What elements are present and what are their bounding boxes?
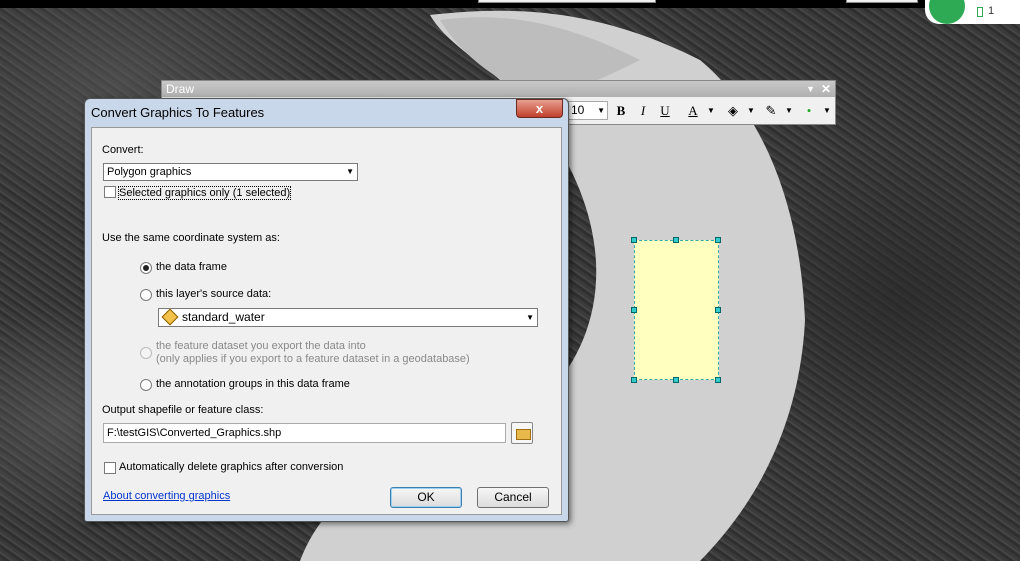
font-size-select[interactable]: 10 ▼	[568, 101, 608, 120]
dialog-title: Convert Graphics To Features	[91, 105, 265, 120]
fill-color-dropdown-icon[interactable]: ▼	[742, 102, 760, 120]
marker-color-dropdown-icon[interactable]: ▼	[818, 102, 836, 120]
ok-button[interactable]: OK	[390, 487, 462, 508]
feature-class-icon	[161, 308, 179, 326]
layer-select-value: standard_water	[182, 310, 265, 324]
output-label: Output shapefile or feature class:	[102, 404, 264, 416]
convert-select-value: Polygon graphics	[107, 166, 192, 178]
selection-handle[interactable]	[673, 237, 679, 243]
convert-label: Convert:	[102, 144, 144, 156]
data-frame-radio[interactable]	[140, 262, 152, 274]
italic-button[interactable]: I	[634, 102, 652, 120]
layer-source-label: this layer's source data:	[156, 288, 272, 300]
selection-handle[interactable]	[715, 237, 721, 243]
convert-select[interactable]: Polygon graphics ▼	[103, 163, 358, 181]
marker-color-icon[interactable]: •	[800, 102, 818, 120]
close-button[interactable]: x	[516, 99, 563, 118]
selection-handle[interactable]	[715, 377, 721, 383]
line-color-icon[interactable]: ✎	[762, 102, 780, 120]
notification-badge[interactable]: 1	[925, 0, 1020, 24]
cancel-button[interactable]: Cancel	[477, 487, 549, 508]
selection-handle[interactable]	[715, 307, 721, 313]
selected-only-checkbox[interactable]	[104, 186, 116, 198]
top-field[interactable]	[846, 0, 918, 3]
dialog-body: Convert: Polygon graphics ▼ Selected gra…	[91, 127, 562, 515]
fill-color-icon[interactable]: ◈	[724, 102, 742, 120]
font-size-value: 10	[571, 103, 585, 117]
font-color-button[interactable]: A	[684, 102, 702, 120]
chevron-down-icon: ▼	[597, 106, 605, 115]
font-color-dropdown-icon[interactable]: ▼	[702, 102, 720, 120]
feature-dataset-note: (only applies if you export to a feature…	[156, 353, 470, 365]
battery-icon	[977, 7, 983, 17]
underline-button[interactable]: U	[656, 102, 674, 120]
layer-select[interactable]: standard_water ▼	[158, 308, 538, 327]
layer-source-radio[interactable]	[140, 289, 152, 301]
toolbar-menu-icon[interactable]: ▼	[806, 81, 815, 97]
browse-folder-button[interactable]	[511, 422, 533, 444]
draw-toolbar-title: Draw	[166, 82, 195, 96]
selected-only-label: Selected graphics only (1 selected)	[118, 186, 292, 200]
selection-handle[interactable]	[673, 377, 679, 383]
selection-handle[interactable]	[631, 237, 637, 243]
feature-dataset-label: the feature dataset you export the data …	[156, 340, 366, 352]
line-color-dropdown-icon[interactable]: ▼	[780, 102, 798, 120]
selection-handle[interactable]	[631, 377, 637, 383]
chevron-down-icon: ▼	[346, 167, 354, 176]
toolbar-close-icon[interactable]: ✕	[821, 81, 831, 97]
top-combo[interactable]	[478, 0, 656, 3]
help-link[interactable]: About converting graphics	[103, 490, 230, 502]
convert-graphics-dialog: Convert Graphics To Features x Convert: …	[84, 98, 569, 522]
annotation-groups-radio[interactable]	[140, 379, 152, 391]
annotation-groups-label: the annotation groups in this data frame	[156, 378, 350, 390]
feature-dataset-radio[interactable]	[140, 347, 152, 359]
draw-toolbar-titlebar[interactable]: Draw ▼ ✕	[162, 81, 835, 97]
top-bar	[0, 0, 1020, 8]
auto-delete-label: Automatically delete graphics after conv…	[119, 461, 344, 473]
selected-rectangle-graphic[interactable]	[631, 237, 721, 383]
auto-delete-checkbox[interactable]	[104, 462, 116, 474]
wifi-icon	[929, 0, 965, 24]
coord-system-label: Use the same coordinate system as:	[102, 232, 280, 244]
chevron-down-icon: ▼	[526, 313, 534, 322]
data-frame-label: the data frame	[156, 261, 227, 273]
notification-count: 1	[988, 5, 995, 17]
selection-handle[interactable]	[631, 307, 637, 313]
output-path-input[interactable]: F:\testGIS\Converted_Graphics.shp	[103, 423, 506, 443]
bold-button[interactable]: B	[612, 102, 630, 120]
